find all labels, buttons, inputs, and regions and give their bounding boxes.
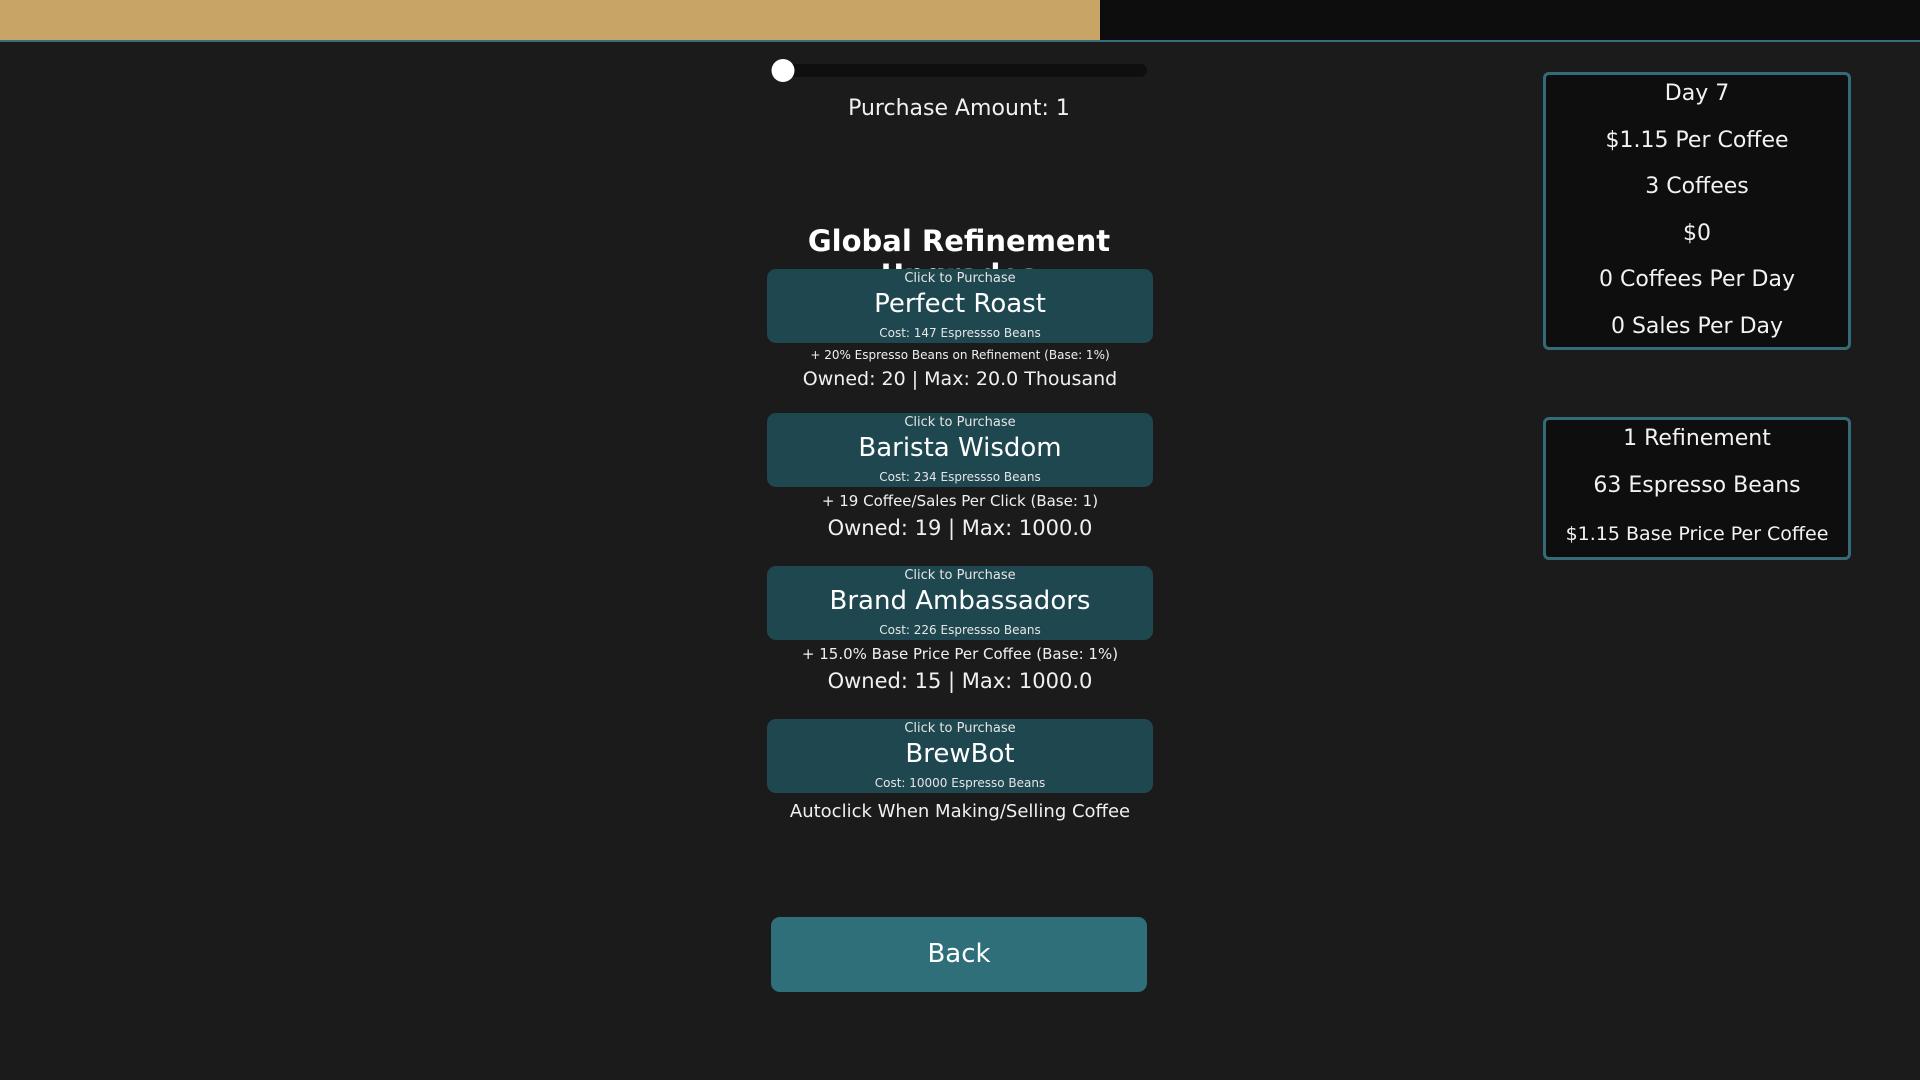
upgrade-owned: Owned: 15 | Max: 1000.0 (827, 669, 1093, 693)
purchase-amount-slider-handle[interactable] (771, 59, 795, 82)
base-price-per-coffee: $1.15 Base Price Per Coffee (1565, 523, 1829, 545)
upgrade-owned: Owned: 19 | Max: 1000.0 (827, 516, 1093, 540)
upgrade-cost: Cost: 226 Espressso Beans (879, 623, 1041, 637)
upgrade-brand-ambassadors: Click to Purchase Brand Ambassadors Cost… (767, 566, 1153, 693)
price-per-coffee: $1.15 Per Coffee (1605, 128, 1789, 153)
upgrade-description: + 19 Coffee/Sales Per Click (Base: 1) (821, 492, 1099, 510)
upgrade-brewbot: Click to Purchase BrewBot Cost: 10000 Es… (767, 719, 1153, 822)
top-progress-fill (0, 0, 1101, 40)
upgrade-cost: Cost: 147 Espressso Beans (879, 326, 1041, 340)
upgrade-barista-wisdom: Click to Purchase Barista Wisdom Cost: 2… (767, 413, 1153, 540)
coffees-per-day: 0 Coffees Per Day (1599, 267, 1795, 292)
upgrade-cost: Cost: 234 Espressso Beans (879, 470, 1041, 484)
purchase-amount-label: Purchase Amount: 1 (848, 96, 1070, 121)
upgrade-owned: Owned: 20 | Max: 20.0 Thousand (802, 368, 1118, 390)
perfect-roast-purchase-button[interactable]: Click to Purchase Perfect Roast Cost: 14… (767, 269, 1153, 343)
refinement-panel: 1 Refinement 63 Espresso Beans $1.15 Bas… (1543, 417, 1851, 560)
upgrade-name: Perfect Roast (874, 289, 1046, 319)
day-counter: Day 7 (1664, 81, 1730, 106)
refinement-count: 1 Refinement (1623, 426, 1771, 451)
upgrade-description: + 15.0% Base Price Per Coffee (Base: 1%) (801, 645, 1119, 663)
upgrade-description: Autoclick When Making/Selling Coffee (789, 801, 1131, 822)
brewbot-purchase-button[interactable]: Click to Purchase BrewBot Cost: 10000 Es… (767, 719, 1153, 793)
purchase-amount-slider-track[interactable] (771, 64, 1147, 77)
upgrade-perfect-roast: Click to Purchase Perfect Roast Cost: 14… (767, 269, 1153, 390)
top-progress-bar (0, 0, 1920, 42)
purchase-hint: Click to Purchase (904, 415, 1016, 430)
brand-ambassadors-purchase-button[interactable]: Click to Purchase Brand Ambassadors Cost… (767, 566, 1153, 640)
money-balance: $0 (1683, 221, 1711, 246)
coffee-count: 3 Coffees (1645, 174, 1749, 199)
purchase-hint: Click to Purchase (904, 271, 1016, 286)
stats-panel: Day 7 $1.15 Per Coffee 3 Coffees $0 0 Co… (1543, 72, 1851, 350)
espresso-bean-count: 63 Espresso Beans (1593, 473, 1801, 498)
sales-per-day: 0 Sales Per Day (1610, 314, 1784, 339)
upgrade-description: + 20% Espresso Beans on Refinement (Base… (810, 348, 1110, 362)
upgrade-name: Brand Ambassadors (829, 586, 1091, 616)
upgrade-name: Barista Wisdom (858, 433, 1062, 463)
purchase-hint: Click to Purchase (904, 721, 1016, 736)
back-button[interactable]: Back (771, 917, 1147, 992)
purchase-hint: Click to Purchase (904, 568, 1016, 583)
upgrade-cost: Cost: 10000 Espresso Beans (874, 776, 1046, 790)
upgrade-name: BrewBot (905, 739, 1015, 769)
barista-wisdom-purchase-button[interactable]: Click to Purchase Barista Wisdom Cost: 2… (767, 413, 1153, 487)
game-screen: Purchase Amount: 1 Global Refinement Upg… (0, 0, 1920, 1080)
